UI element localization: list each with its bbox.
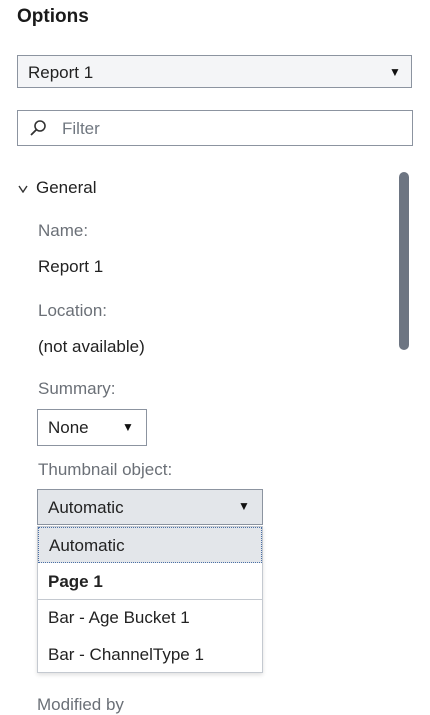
chevron-down-icon	[18, 185, 28, 193]
report-select-value: Report 1	[28, 63, 94, 82]
dropdown-option[interactable]: Bar - ChannelType 1	[38, 637, 262, 673]
summary-label: Summary:	[38, 379, 116, 398]
general-section-label: General	[36, 178, 97, 197]
scrollbar-thumb[interactable]	[399, 172, 409, 350]
summary-select[interactable]: None ▼	[37, 409, 147, 446]
filter-input[interactable]	[60, 117, 394, 141]
thumbnail-label: Thumbnail object:	[38, 460, 173, 479]
thumbnail-dropdown-list: Automatic Page 1 Bar - Age Bucket 1 Bar …	[37, 526, 263, 673]
name-label: Name:	[38, 221, 89, 240]
dropdown-option[interactable]: Page 1	[38, 564, 262, 600]
report-select[interactable]: Report 1 ▼	[17, 55, 412, 88]
caret-down-icon: ▼	[122, 420, 134, 434]
general-section-header[interactable]: General	[18, 178, 96, 198]
search-icon	[30, 120, 46, 136]
dropdown-option[interactable]: Bar - Age Bucket 1	[38, 600, 262, 636]
name-value: Report 1	[38, 257, 104, 276]
summary-select-value: None	[48, 418, 89, 437]
filter-field[interactable]	[17, 110, 413, 146]
location-label: Location:	[38, 301, 107, 320]
caret-down-icon: ▼	[238, 499, 250, 513]
caret-down-icon: ▼	[389, 65, 401, 79]
thumbnail-select-value: Automatic	[48, 498, 124, 517]
thumbnail-select[interactable]: Automatic ▼	[37, 489, 263, 525]
dropdown-option[interactable]: Automatic	[38, 527, 262, 563]
location-value: (not available)	[38, 337, 145, 356]
panel-title: Options	[17, 6, 89, 27]
modified-label: Modified by	[37, 695, 124, 714]
